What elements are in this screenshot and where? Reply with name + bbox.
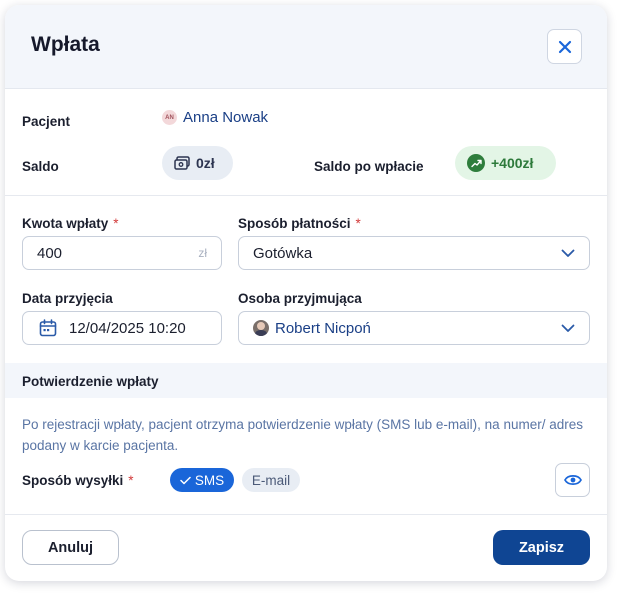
chevron-down-icon	[561, 249, 575, 257]
required-mark: *	[355, 216, 361, 231]
balance-after-value: +400zł	[491, 155, 534, 171]
required-mark: *	[113, 216, 119, 231]
payment-modal: Wpłata Pacjent AN Anna Nowak Saldo 0zł S…	[5, 5, 607, 581]
balance-value: 0zł	[196, 155, 215, 171]
receiver-select[interactable]: Robert Nicpoń	[238, 311, 590, 345]
balance-after-badge: +400zł	[455, 146, 556, 180]
receiver-name: Robert Nicpoń	[275, 319, 371, 337]
confirmation-title: Potwierdzenie wpłaty	[22, 374, 159, 389]
trending-up-icon	[467, 154, 485, 172]
amount-unit: zł	[198, 246, 207, 260]
modal-title: Wpłata	[31, 33, 100, 56]
close-icon	[558, 40, 571, 53]
wallet-icon	[174, 156, 190, 170]
date-input[interactable]: 12/04/2025 10:20	[22, 311, 222, 345]
payment-method-select[interactable]: Gotówka	[238, 236, 590, 270]
chevron-down-icon	[561, 324, 575, 332]
required-mark: *	[128, 473, 134, 488]
check-icon	[180, 476, 191, 484]
calendar-icon	[39, 319, 57, 337]
preview-button[interactable]	[555, 463, 590, 497]
balance-label: Saldo	[22, 159, 59, 174]
divider	[5, 514, 607, 515]
patient-avatar: AN	[162, 110, 177, 125]
payment-method-value: Gotówka	[253, 244, 313, 262]
sms-option[interactable]: SMS	[170, 468, 234, 492]
patient-name[interactable]: Anna Nowak	[183, 109, 268, 126]
cancel-button[interactable]: Anuluj	[22, 530, 119, 565]
receiver-label: Osoba przyjmująca	[238, 291, 362, 306]
amount-label: Kwota wpłaty *	[22, 216, 119, 231]
send-method-label: Sposób wysyłki *	[22, 473, 134, 488]
amount-value: 400	[37, 244, 63, 262]
date-value: 12/04/2025 10:20	[69, 319, 186, 337]
avatar	[253, 320, 269, 336]
amount-input[interactable]: 400 zł	[22, 236, 222, 270]
save-button[interactable]: Zapisz	[493, 530, 590, 565]
eye-icon	[563, 475, 582, 485]
confirmation-info: Po rejestracji wpłaty, pacjent otrzyma p…	[22, 417, 583, 453]
divider	[5, 195, 607, 196]
email-option[interactable]: E-mail	[242, 468, 300, 492]
modal-header: Wpłata	[5, 5, 607, 89]
patient-label: Pacjent	[22, 114, 71, 129]
balance-badge: 0zł	[162, 146, 233, 180]
balance-after-label: Saldo po wpłacie	[314, 159, 424, 174]
patient-info[interactable]: AN Anna Nowak	[162, 109, 268, 126]
date-label: Data przyjęcia	[22, 291, 113, 306]
payment-method-label: Sposób płatności *	[238, 216, 361, 231]
close-button[interactable]	[547, 29, 582, 64]
